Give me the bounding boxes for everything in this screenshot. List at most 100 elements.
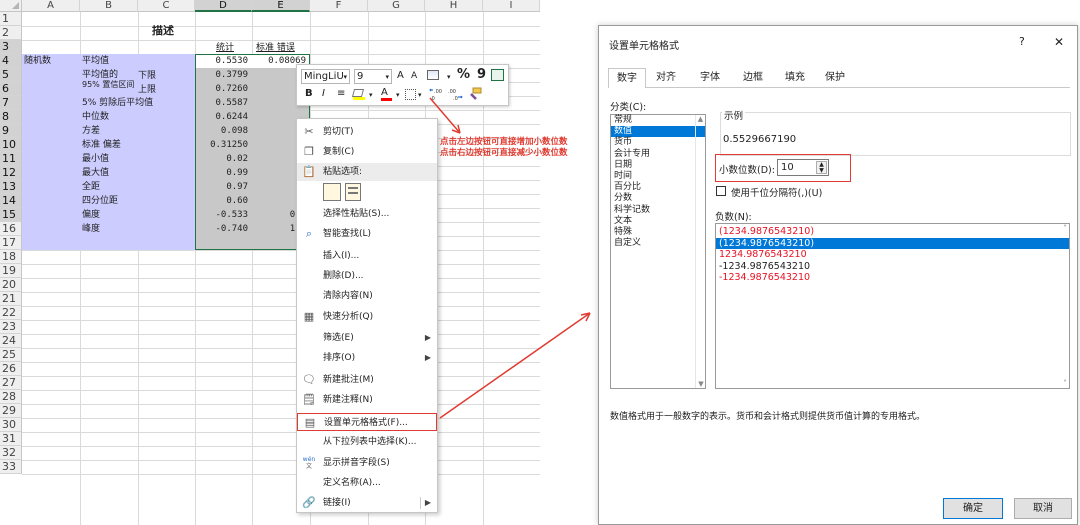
paste-values-icon[interactable] bbox=[345, 183, 361, 201]
category-item[interactable]: 百分比 bbox=[611, 182, 705, 193]
row-header[interactable]: 6 bbox=[0, 82, 22, 96]
scroll-up-icon[interactable]: ˄ bbox=[1063, 224, 1067, 233]
grow-font-icon[interactable]: A bbox=[397, 69, 404, 83]
fill-color-icon[interactable] bbox=[351, 87, 367, 100]
scroll-up-icon[interactable]: ▲ bbox=[696, 115, 705, 123]
tab-protection[interactable]: 保护 bbox=[818, 68, 852, 88]
category-item[interactable]: 会计专用 bbox=[611, 149, 705, 160]
column-header[interactable]: G bbox=[368, 0, 425, 12]
column-header[interactable]: E bbox=[252, 0, 310, 12]
category-item[interactable]: 常规 bbox=[611, 115, 705, 126]
column-header[interactable]: D bbox=[195, 0, 252, 12]
menu-item-new-note[interactable]: 🗒 新建注释(N) bbox=[297, 391, 437, 409]
row-header[interactable]: 9 bbox=[0, 124, 22, 138]
stat-value[interactable]: 0.7260 bbox=[195, 83, 252, 95]
tab-border[interactable]: 边框 bbox=[736, 68, 770, 88]
category-item[interactable]: 货币 bbox=[611, 137, 705, 148]
stat-value[interactable]: 0.97 bbox=[195, 181, 252, 193]
menu-item-clear-contents[interactable]: 清除内容(N) bbox=[297, 287, 437, 305]
help-button[interactable]: ? bbox=[1019, 35, 1025, 48]
menu-item-pick-from-list[interactable]: 从下拉列表中选择(K)... bbox=[297, 433, 437, 451]
italic-icon[interactable]: I bbox=[322, 87, 325, 101]
stat-value[interactable]: 0.5587 bbox=[195, 97, 252, 109]
category-list[interactable]: 常规 数值 货币 会计专用 日期 时间 百分比 分数 科学记数 文本 特殊 自定义 ▲ ▼ bbox=[610, 114, 706, 389]
row-header[interactable]: 24 bbox=[0, 334, 22, 348]
row-header[interactable]: 12 bbox=[0, 166, 22, 180]
decimals-spinner[interactable]: ▲ ▼ bbox=[816, 161, 827, 174]
decimals-input[interactable]: 10 ▲ ▼ bbox=[777, 159, 829, 176]
stat-value[interactable]: 0.99 bbox=[195, 167, 252, 179]
bold-icon[interactable]: B bbox=[305, 87, 313, 101]
tab-number[interactable]: 数字 bbox=[608, 68, 646, 88]
menu-item-insert[interactable]: 插入(I)... bbox=[297, 247, 437, 265]
font-color-icon[interactable]: A bbox=[381, 87, 393, 101]
stat-value[interactable]: 0.3799 bbox=[195, 69, 252, 81]
menu-item-link[interactable]: 🔗 链接(I) ▶ bbox=[297, 494, 437, 512]
row-header[interactable]: 26 bbox=[0, 362, 22, 376]
menu-item-paste-special[interactable]: 选择性粘贴(S)... bbox=[297, 205, 437, 223]
row-header[interactable]: 27 bbox=[0, 376, 22, 390]
menu-item-new-comment[interactable]: 🗨 新建批注(M) bbox=[297, 371, 437, 389]
stat-value[interactable]: 0.02 bbox=[195, 153, 252, 165]
row-header[interactable]: 14 bbox=[0, 194, 22, 208]
row-header[interactable]: 18 bbox=[0, 250, 22, 264]
column-header[interactable]: I bbox=[483, 0, 540, 12]
negative-format-item[interactable]: -1234.9876543210 bbox=[716, 272, 1069, 284]
number-format-icon[interactable] bbox=[427, 68, 447, 83]
column-header[interactable]: H bbox=[425, 0, 483, 12]
category-item[interactable]: 特殊 bbox=[611, 227, 705, 238]
font-size-box[interactable]: 9 ▾ bbox=[354, 69, 392, 84]
menu-item-delete[interactable]: 删除(D)... bbox=[297, 267, 437, 285]
row-header[interactable]: 19 bbox=[0, 264, 22, 278]
row-header[interactable]: 22 bbox=[0, 306, 22, 320]
row-header[interactable]: 1 bbox=[0, 12, 22, 26]
menu-item-smart-lookup[interactable]: ⌕ 智能查找(L) bbox=[297, 225, 437, 243]
negative-format-item[interactable]: (1234.9876543210) bbox=[716, 226, 1069, 238]
column-header[interactable]: C bbox=[138, 0, 195, 12]
row-header[interactable]: 25 bbox=[0, 348, 22, 362]
stat-value[interactable]: 0.6244 bbox=[195, 111, 252, 123]
row-header[interactable]: 3 bbox=[0, 40, 22, 54]
menu-item-format-cells[interactable]: ▤ 设置单元格格式(F)... bbox=[297, 413, 437, 431]
column-header[interactable]: B bbox=[80, 0, 138, 12]
align-center-icon[interactable]: ≡ bbox=[337, 87, 345, 101]
ok-button[interactable]: 确定 bbox=[943, 498, 1003, 519]
row-header[interactable]: 10 bbox=[0, 138, 22, 152]
row-header[interactable]: 5 bbox=[0, 68, 22, 82]
stat-value[interactable]: 0.5530 bbox=[195, 55, 252, 67]
row-header[interactable]: 31 bbox=[0, 432, 22, 446]
row-header[interactable]: 4 bbox=[0, 54, 22, 68]
category-item[interactable]: 日期 bbox=[611, 160, 705, 171]
row-header[interactable]: 20 bbox=[0, 278, 22, 292]
category-item[interactable]: 时间 bbox=[611, 171, 705, 182]
stat-value[interactable]: -0.740 bbox=[195, 223, 252, 235]
menu-item-copy[interactable]: ❐ 复制(C) bbox=[297, 143, 437, 161]
shrink-font-icon[interactable]: A bbox=[411, 69, 417, 83]
stat-value[interactable]: -0.533 bbox=[195, 209, 252, 221]
comma-style-icon[interactable]: 9 bbox=[477, 68, 486, 82]
paste-default-icon[interactable] bbox=[323, 183, 341, 201]
close-button[interactable]: ✕ bbox=[1054, 35, 1064, 49]
cancel-button[interactable]: 取消 bbox=[1014, 498, 1072, 519]
category-item[interactable]: 数值 bbox=[611, 126, 705, 138]
stat-value[interactable]: 0.098 bbox=[195, 125, 252, 137]
menu-item-quick-analysis[interactable]: ▦ 快速分析(Q) bbox=[297, 308, 437, 326]
column-header[interactable]: F bbox=[310, 0, 368, 12]
stat-value[interactable]: 0.60 bbox=[195, 195, 252, 207]
negative-format-item[interactable]: -1234.9876543210 bbox=[716, 261, 1069, 273]
chevron-down-icon[interactable]: ▾ bbox=[396, 88, 400, 102]
category-item[interactable]: 分数 bbox=[611, 193, 705, 204]
select-all-corner[interactable] bbox=[0, 0, 22, 12]
row-header[interactable]: 33 bbox=[0, 460, 22, 474]
menu-item-define-name[interactable]: 定义名称(A)... bbox=[297, 474, 437, 492]
category-item[interactable]: 自定义 bbox=[611, 238, 705, 249]
row-header[interactable]: 8 bbox=[0, 110, 22, 124]
spin-down-icon[interactable]: ▼ bbox=[817, 168, 826, 174]
row-header[interactable]: 30 bbox=[0, 418, 22, 432]
row-header[interactable]: 23 bbox=[0, 320, 22, 334]
stat-value[interactable]: 0.31250 bbox=[195, 139, 252, 151]
row-header[interactable]: 7 bbox=[0, 96, 22, 110]
thousands-checkbox[interactable] bbox=[716, 186, 726, 196]
row-header[interactable]: 2 bbox=[0, 26, 22, 40]
row-header[interactable]: 15 bbox=[0, 208, 22, 222]
